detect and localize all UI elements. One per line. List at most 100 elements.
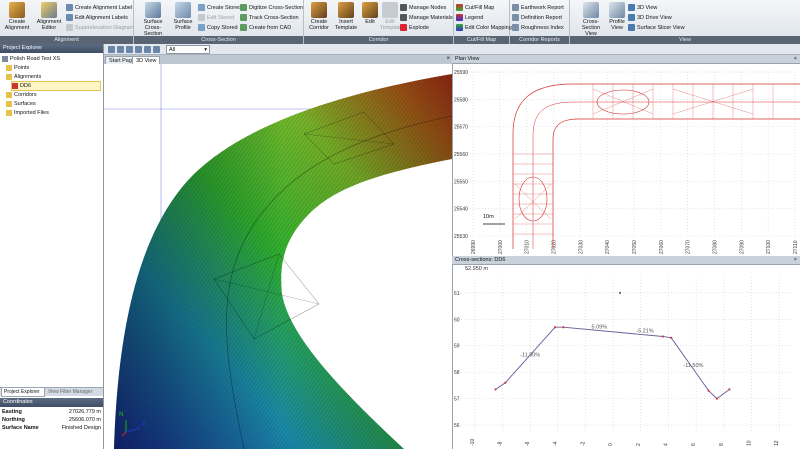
surface-profile-button[interactable]: Surface Profile (170, 2, 196, 31)
xs-node-point[interactable] (553, 326, 557, 329)
tree-item-surfaces[interactable]: Surfaces (6, 100, 36, 108)
left-panel: Project Explorer Polish Road Test XS Poi… (0, 44, 104, 449)
plan-scale-label: 10m (483, 214, 494, 220)
xs-node-point[interactable] (504, 381, 507, 384)
view-3d[interactable]: N E (104, 64, 452, 449)
create-alignment-label-button[interactable]: Create Alignment Label (66, 3, 132, 13)
edit-color-mapping-button[interactable]: Edit Color Mapping (456, 23, 512, 33)
edit-template-button[interactable]: Edit Template (380, 2, 402, 31)
legend-button[interactable]: Legend (456, 13, 483, 23)
xs-node-point[interactable] (562, 326, 565, 329)
tab-view-filter-manager[interactable]: View Filter Manager (46, 388, 102, 397)
plan-x-tick: 27000 (498, 240, 504, 254)
xs-slope-label: 5.09% (592, 325, 608, 331)
manage-nodes-button[interactable]: Manage Nodes (400, 3, 446, 13)
3d-view-button[interactable]: 3D View (628, 3, 657, 13)
xs-node-point[interactable] (728, 388, 731, 391)
insert-template-button[interactable]: Insert Template (332, 2, 360, 31)
digitize-cross-section-button[interactable]: Digitize Cross-Section (240, 3, 303, 13)
project-explorer-title: Project Explorer (0, 44, 103, 53)
diagram-icon (66, 24, 73, 32)
tree-item-corridors[interactable]: Corridors (6, 91, 37, 99)
explorer-tabs: Project Explorer View Filter Manager (0, 387, 103, 397)
zoom-icon[interactable] (108, 46, 115, 53)
plan-alignment (512, 83, 800, 249)
tab-3d-view[interactable]: 3D View (132, 56, 161, 64)
edit-template-icon (382, 2, 398, 18)
xs-x-tick: 6 (691, 443, 697, 446)
cross-section-view-button[interactable]: Cross-Section View (576, 2, 606, 37)
folder-icon (6, 64, 12, 71)
copy-stored-button[interactable]: Copy Stored (198, 23, 238, 33)
folder-icon (6, 73, 12, 80)
plan-centerline (532, 101, 800, 249)
create-alignment-icon (9, 2, 25, 18)
track-icon (240, 14, 247, 22)
xs-x-tick: 8 (719, 443, 725, 446)
plan-x-tick: 27070 (686, 240, 692, 254)
alignment-editor-button[interactable]: Alignment Editor (34, 2, 64, 31)
tree-item-dd6[interactable]: DD6 (11, 81, 101, 91)
close-icon[interactable]: × (794, 256, 797, 265)
plan-x-tick: 27020 (552, 240, 558, 254)
toolbar-icons (108, 46, 164, 53)
select-icon[interactable] (144, 46, 151, 53)
surface-slicer-view-button[interactable]: Surface Slicer View (628, 23, 685, 33)
plan-view[interactable]: 25590 25580 25570 25560 25550 25540 25530 26990… (452, 64, 800, 256)
group-label-cross-section: Cross-Section (134, 36, 303, 44)
tree-item-project[interactable]: Polish Road Test XS (2, 55, 60, 63)
measure-icon[interactable] (153, 46, 160, 53)
create-corridor-button[interactable]: Create Corridor (306, 2, 332, 31)
cross-section-view[interactable]: 56 57 58 59 60 61 -10 -8 -6 -4 -2 0 2 4 6 8 10 12 -11.50%… (452, 265, 800, 449)
xs-y-tick: 60 (454, 317, 460, 323)
plan-mesh (513, 84, 774, 235)
profile-view-button[interactable]: Profile View (606, 2, 628, 31)
surface-cross-section-button[interactable]: Surface Cross-Section (136, 2, 170, 37)
cut-fill-map-button[interactable]: Cut/Fill Map (456, 3, 494, 13)
close-icon[interactable]: × (446, 55, 450, 64)
create-from-cad-button[interactable]: Create from CAD (240, 23, 291, 33)
view-filter-select[interactable]: All ▾ (166, 45, 210, 54)
superelevation-diagram-button[interactable]: Superelevation Diagram (66, 23, 134, 33)
edit-corridor-button[interactable]: Edit (360, 2, 380, 25)
tree-item-imported-files[interactable]: Imported Files (6, 109, 49, 117)
coordinates-title: Coordinates (0, 398, 103, 407)
tab-project-explorer[interactable]: Project Explorer (1, 388, 45, 397)
xs-slope-label: -5.21% (636, 329, 654, 335)
pan-icon[interactable] (117, 46, 124, 53)
close-icon[interactable]: × (794, 55, 797, 64)
edit-alignment-labels-button[interactable]: Edit Alignment Labels (66, 13, 128, 23)
xs-node-point[interactable] (670, 336, 673, 339)
create-alignment-button[interactable]: Create Alignment (2, 2, 32, 31)
report-icon (512, 4, 519, 12)
folder-icon (6, 91, 12, 98)
xs-node-point[interactable] (661, 335, 665, 338)
ribbon-group-cut-fill-map: Cut/Fill Map Legend Edit Color Mapping C… (454, 0, 512, 44)
xs-node-point[interactable] (494, 388, 497, 391)
definition-report-button[interactable]: Definition Report (512, 13, 562, 23)
digitize-icon (240, 4, 247, 12)
xs-node-point[interactable] (707, 389, 710, 392)
edit-stored-button[interactable]: Edit Stored (198, 13, 234, 23)
tree-item-points[interactable]: Points (6, 64, 29, 72)
fit-icon[interactable] (135, 46, 142, 53)
manage-materials-button[interactable]: Manage Materials (400, 13, 453, 23)
plan-y-tick: 25580 (454, 97, 468, 103)
3d-drive-view-button[interactable]: 3D Drive View (628, 13, 672, 23)
roughness-index-button[interactable]: Roughness Index (512, 23, 564, 33)
xs-node-point[interactable] (715, 397, 719, 400)
plan-x-tick: 27090 (739, 240, 745, 254)
rotate-icon[interactable] (126, 46, 133, 53)
track-cross-section-button[interactable]: Track Cross-Section (240, 13, 299, 23)
xs-x-tick: 10 (747, 440, 753, 446)
group-label-view: View (570, 36, 800, 44)
coord-row-surface-name: Surface Name Finished Design (2, 425, 101, 431)
surface-cross-section-icon (145, 2, 161, 18)
explode-button[interactable]: Explode (400, 23, 429, 33)
tree-item-alignments[interactable]: Alignments (6, 73, 41, 81)
group-label-alignment: Alignment (0, 36, 133, 44)
plan-x-tick: 27100 (766, 240, 772, 254)
create-stored-button[interactable]: Create Stored (198, 3, 241, 13)
earthwork-report-button[interactable]: Earthwork Report (512, 3, 564, 13)
xs-y-tick: 58 (454, 370, 460, 376)
